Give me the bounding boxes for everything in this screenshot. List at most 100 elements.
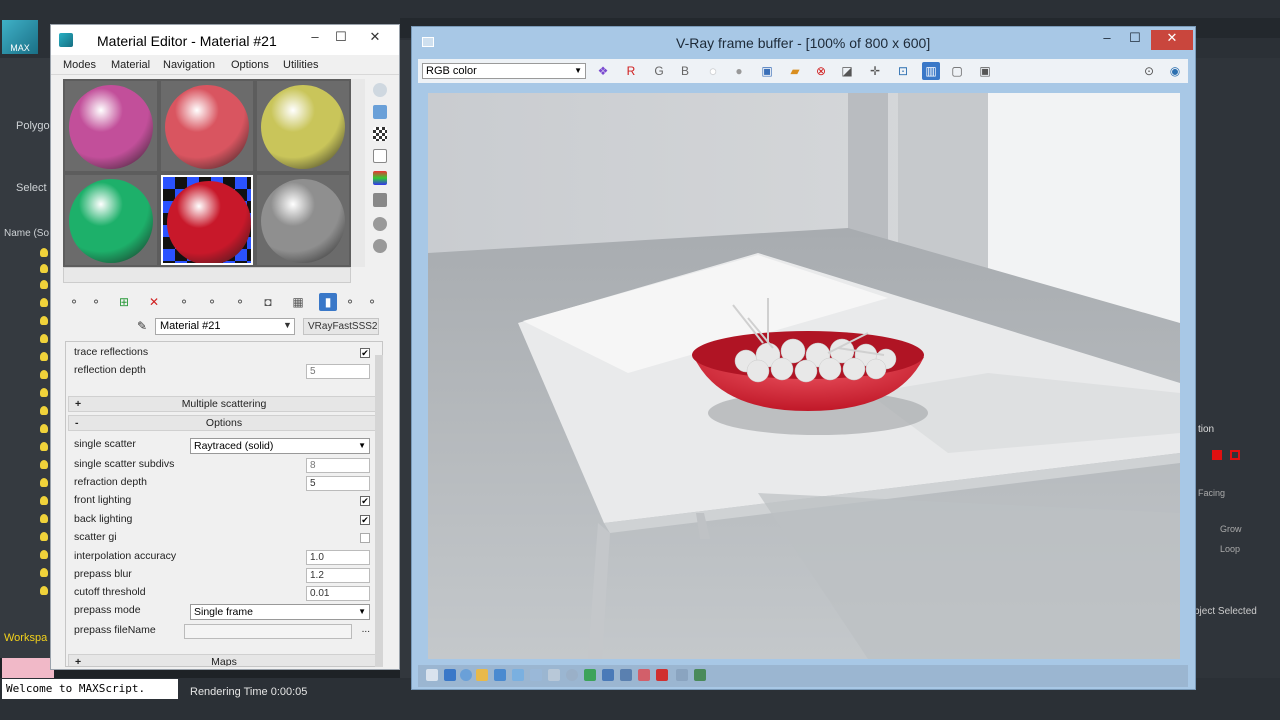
material-slot[interactable] bbox=[257, 81, 349, 171]
backlight-icon[interactable] bbox=[373, 105, 387, 119]
material-id-channel-icon[interactable]: ◘ bbox=[259, 293, 277, 311]
bulb-icon[interactable] bbox=[40, 532, 48, 541]
menu-modes[interactable]: Modes bbox=[63, 59, 96, 71]
bulb-icon[interactable] bbox=[40, 424, 48, 433]
exposure-icon[interactable] bbox=[460, 669, 472, 681]
bulb-icon[interactable] bbox=[40, 406, 48, 415]
bulb-icon[interactable] bbox=[40, 568, 48, 577]
bulb-icon[interactable] bbox=[40, 316, 48, 325]
load-image-icon[interactable]: ▰ bbox=[786, 62, 804, 80]
close-button[interactable]: ✕ bbox=[1151, 30, 1193, 50]
close-button[interactable]: ✕ bbox=[363, 29, 387, 49]
red-channel-button[interactable]: R bbox=[622, 62, 640, 80]
rgb-history-icon[interactable]: ▣ bbox=[976, 62, 994, 80]
horizontal-split-icon[interactable] bbox=[638, 669, 650, 681]
slots-horizontal-scrollbar[interactable] bbox=[63, 267, 351, 283]
lens-effects-icon[interactable] bbox=[548, 669, 560, 681]
show-corrections-icon[interactable] bbox=[426, 669, 438, 681]
material-slot[interactable] bbox=[161, 81, 253, 171]
menu-material[interactable]: Material bbox=[111, 59, 150, 71]
bulb-icon[interactable] bbox=[40, 442, 48, 451]
select-label[interactable]: Select bbox=[16, 182, 47, 194]
edge-red-icon[interactable] bbox=[1230, 450, 1240, 460]
bulb-icon[interactable] bbox=[40, 370, 48, 379]
bulb-icon[interactable] bbox=[40, 352, 48, 361]
make-unique-icon[interactable]: ⚬ bbox=[203, 293, 221, 311]
menu-navigation[interactable]: Navigation bbox=[163, 59, 215, 71]
show-shaded-map-icon[interactable]: ▦ bbox=[289, 293, 307, 311]
monochrome-icon[interactable]: ● bbox=[730, 62, 748, 80]
name-column-header[interactable]: Name (So bbox=[4, 228, 49, 239]
menu-options[interactable]: Options bbox=[231, 59, 269, 71]
white-balance-icon[interactable] bbox=[476, 669, 488, 681]
alpha-white-icon[interactable]: ● bbox=[704, 62, 722, 80]
prepass-filename-field[interactable] bbox=[184, 624, 352, 639]
background-checker-icon[interactable] bbox=[373, 127, 387, 141]
workspace-label[interactable]: Workspa bbox=[4, 632, 47, 644]
video-color-check-icon[interactable] bbox=[373, 171, 387, 185]
bulb-icon[interactable] bbox=[40, 298, 48, 307]
maxscript-listener-strip[interactable] bbox=[2, 658, 54, 678]
bulb-icon[interactable] bbox=[40, 514, 48, 523]
channel-dropdown[interactable]: RGB color ▼ bbox=[422, 63, 586, 79]
bulb-icon[interactable] bbox=[40, 496, 48, 505]
rollout-multiple-scattering[interactable]: + Multiple scattering bbox=[68, 396, 380, 412]
cutoff-threshold-spinner[interactable]: 0.01 bbox=[306, 586, 370, 601]
track-mouse-icon[interactable]: ✛ bbox=[866, 62, 884, 80]
vertical-split-icon[interactable] bbox=[656, 669, 668, 681]
go-forward-sibling-icon[interactable]: ⚬ bbox=[363, 293, 381, 311]
ocio-icon[interactable] bbox=[602, 669, 614, 681]
color-palette-icon[interactable]: ❖ bbox=[594, 62, 612, 80]
maximize-button[interactable]: ☐ bbox=[329, 29, 353, 49]
srgb-icon[interactable] bbox=[584, 669, 596, 681]
uv-tiling-icon[interactable] bbox=[373, 149, 387, 163]
bulb-icon[interactable] bbox=[40, 460, 48, 469]
curves-icon[interactable] bbox=[512, 669, 524, 681]
show-end-result-icon[interactable]: ▮ bbox=[319, 293, 337, 311]
put-to-scene-icon[interactable]: ⚬ bbox=[87, 293, 105, 311]
bulb-icon[interactable] bbox=[40, 248, 48, 257]
chevron-down-icon[interactable]: ▼ bbox=[283, 320, 292, 330]
blue-channel-button[interactable]: B bbox=[676, 62, 694, 80]
link-to-render-icon[interactable]: ▥ bbox=[922, 62, 940, 80]
back-lighting-checkbox[interactable]: ✔ bbox=[360, 515, 370, 525]
slots-vertical-scrollbar[interactable] bbox=[351, 79, 365, 267]
duplicate-to-max-icon[interactable]: ◪ bbox=[838, 62, 856, 80]
save-image-icon[interactable]: ▣ bbox=[758, 62, 776, 80]
bulb-icon[interactable] bbox=[40, 478, 48, 487]
maxscript-input[interactable]: Welcome to MAXScript. bbox=[2, 679, 178, 699]
stop-render-icon[interactable]: ⊙ bbox=[1140, 62, 1158, 80]
max-logo-icon[interactable]: MAX bbox=[2, 20, 38, 54]
bulb-icon[interactable] bbox=[40, 280, 48, 289]
render-image[interactable] bbox=[428, 93, 1180, 659]
params-scrollbar[interactable] bbox=[375, 355, 383, 667]
bulb-icon[interactable] bbox=[40, 550, 48, 559]
rollout-maps[interactable]: + Maps bbox=[68, 654, 380, 666]
material-editor-titlebar[interactable]: Material Editor - Material #21 – ☐ ✕ bbox=[51, 25, 399, 55]
clear-image-icon[interactable]: ⊗ bbox=[812, 62, 830, 80]
prepass-blur-spinner[interactable]: 1.2 bbox=[306, 568, 370, 583]
rollout-options[interactable]: - Options bbox=[68, 415, 380, 431]
minimize-button[interactable]: – bbox=[303, 29, 327, 49]
assign-to-selection-icon[interactable]: ⊞ bbox=[115, 293, 133, 311]
material-type-button[interactable]: VRayFastSSS2 bbox=[303, 318, 379, 335]
sample-type-icon[interactable] bbox=[373, 83, 387, 97]
compare-ab-icon[interactable] bbox=[620, 669, 632, 681]
eyedropper-icon[interactable]: ✎ bbox=[137, 319, 151, 333]
grow-button[interactable]: Grow bbox=[1220, 524, 1242, 534]
go-to-parent-icon[interactable]: ⚬ bbox=[341, 293, 359, 311]
menu-utilities[interactable]: Utilities bbox=[283, 59, 318, 71]
reset-map-icon[interactable]: ✕ bbox=[145, 293, 163, 311]
interpolation-accuracy-spinner[interactable]: 1.0 bbox=[306, 550, 370, 565]
get-material-icon[interactable]: ⚬ bbox=[65, 293, 83, 311]
refraction-depth-spinner[interactable]: 5 bbox=[306, 476, 370, 491]
single-scatter-dropdown[interactable]: Raytraced (solid) ▼ bbox=[190, 438, 370, 454]
scatter-gi-checkbox[interactable]: ✔ bbox=[360, 533, 370, 543]
lut-icon[interactable] bbox=[566, 669, 578, 681]
front-lighting-checkbox[interactable]: ✔ bbox=[360, 496, 370, 506]
material-slot-active[interactable] bbox=[161, 175, 253, 265]
bulb-icon[interactable] bbox=[40, 264, 48, 273]
make-copy-icon[interactable]: ⚬ bbox=[175, 293, 193, 311]
green-channel-button[interactable]: G bbox=[650, 62, 668, 80]
select-by-material-icon[interactable] bbox=[373, 239, 387, 253]
